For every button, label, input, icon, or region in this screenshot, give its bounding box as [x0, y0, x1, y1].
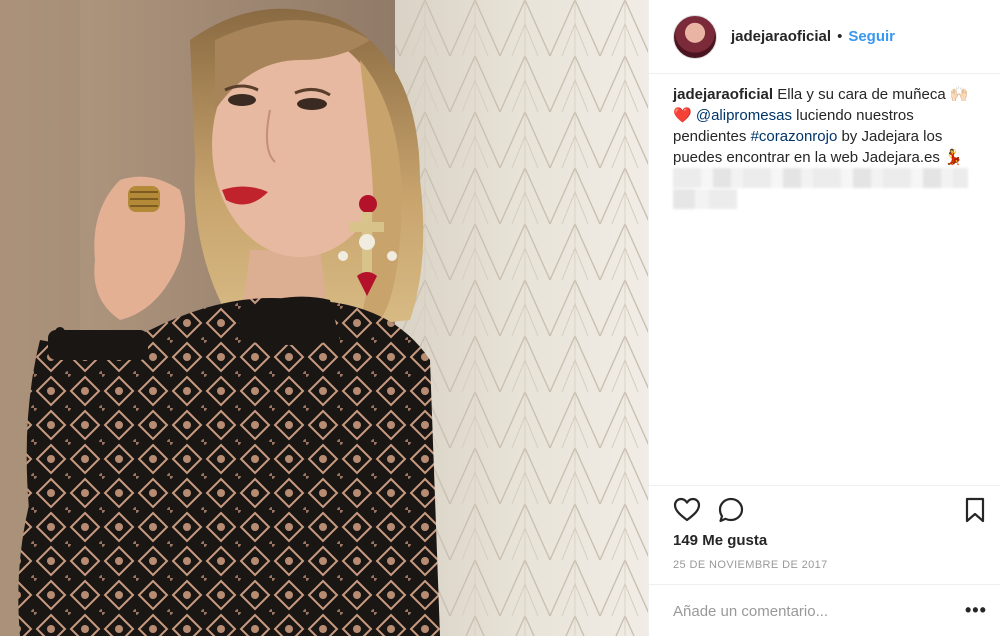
follow-button[interactable]: Seguir — [848, 28, 895, 45]
caption-username[interactable]: jadejaraoficial — [673, 86, 773, 103]
post-actions — [673, 496, 989, 526]
post-caption: jadejaraoficial Ella y su cara de muñeca… — [673, 84, 973, 168]
post-details-panel: jadejaraoficial • Seguir jadejaraoficial… — [648, 0, 1000, 636]
heart-icon[interactable] — [673, 496, 701, 524]
divider — [649, 485, 1000, 486]
caption-emoji-2: 💃 — [944, 149, 963, 166]
caption-text-1: Ella y su cara de muñeca — [777, 86, 946, 103]
post-image — [0, 0, 648, 636]
caption-hashtag[interactable]: #corazonrojo — [751, 128, 838, 145]
profile-avatar[interactable] — [673, 14, 717, 59]
separator-dot: • — [837, 28, 843, 45]
post-header: jadejaraoficial • Seguir — [649, 0, 1000, 74]
blurred-comment-line — [673, 189, 737, 209]
like-count[interactable]: 149 Me gusta — [673, 532, 767, 549]
post-photo[interactable] — [0, 0, 648, 636]
divider — [649, 584, 1000, 585]
author-username[interactable]: jadejaraoficial — [731, 28, 831, 45]
post-date: 25 DE NOVIEMBRE DE 2017 — [673, 559, 828, 571]
more-options-icon[interactable]: ••• — [965, 600, 987, 621]
bookmark-icon[interactable] — [961, 496, 989, 524]
caption-mention[interactable]: @alipromesas — [696, 107, 792, 124]
blurred-comment-line — [673, 168, 968, 188]
comment-icon[interactable] — [717, 496, 745, 524]
comment-input[interactable] — [673, 596, 943, 626]
